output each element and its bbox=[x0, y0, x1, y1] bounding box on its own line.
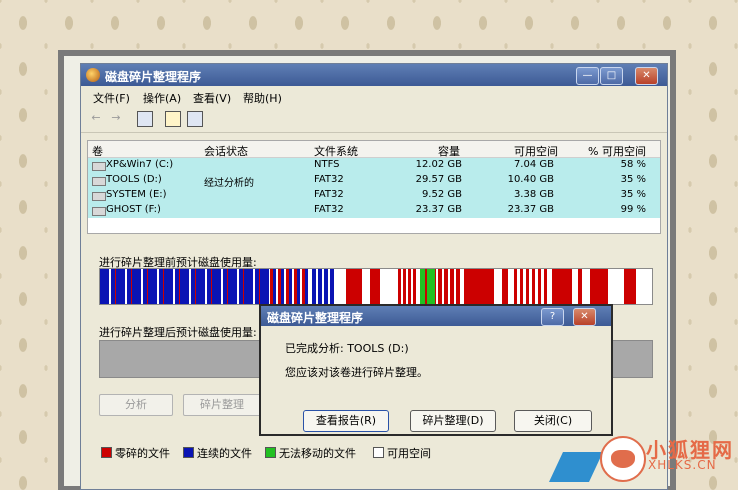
bar-segment-fragmented bbox=[438, 269, 460, 304]
minimize-button[interactable]: — bbox=[576, 67, 599, 85]
console-tree-icon[interactable] bbox=[137, 111, 153, 127]
dialog-message-analysis-done: 已完成分析: TOOLS (D:) bbox=[285, 342, 409, 355]
volume-pct-free: 35 % bbox=[620, 174, 646, 185]
dialog-help-button[interactable]: ? bbox=[541, 308, 564, 326]
forward-arrow-icon[interactable]: → bbox=[109, 111, 123, 125]
maximize-button[interactable]: □ bbox=[600, 67, 623, 85]
volume-free: 10.40 GB bbox=[507, 174, 554, 185]
volume-capacity: 29.57 GB bbox=[415, 174, 462, 185]
site-watermark: 小狐狸网 XHLKS.CN bbox=[594, 430, 738, 482]
bar-segment-fragmented bbox=[624, 269, 636, 304]
menu-view[interactable]: 查看(V) bbox=[193, 90, 231, 106]
volume-name: SYSTEM (E:) bbox=[106, 189, 167, 200]
volume-capacity: 9.52 GB bbox=[421, 189, 462, 200]
table-row[interactable]: TOOLS (D:) 经过分析的 FAT32 29.57 GB 10.40 GB… bbox=[88, 173, 660, 189]
legend-swatch-fragmented bbox=[101, 447, 112, 458]
legend-fragmented: 零碎的文件 bbox=[115, 447, 170, 460]
volume-name: XP&Win7 (C:) bbox=[106, 159, 174, 170]
window-title: 磁盘碎片整理程序 bbox=[105, 70, 202, 84]
legend-free-space: 可用空间 bbox=[387, 447, 431, 460]
volume-capacity: 23.37 GB bbox=[415, 204, 462, 215]
legend-unmovable: 无法移动的文件 bbox=[279, 447, 356, 460]
menu-action[interactable]: 操作(A) bbox=[143, 90, 181, 106]
drive-icon bbox=[92, 207, 106, 216]
volume-fs: FAT32 bbox=[314, 174, 344, 185]
close-button[interactable]: ✕ bbox=[635, 67, 658, 85]
before-usage-bar bbox=[99, 268, 653, 305]
legend-contiguous: 连续的文件 bbox=[197, 447, 252, 460]
bar-segment-fragmented bbox=[514, 269, 548, 304]
after-usage-label: 进行碎片整理后预计磁盘使用量: bbox=[99, 326, 257, 339]
table-row[interactable]: SYSTEM (E:) FAT32 9.52 GB 3.38 GB 35 % bbox=[88, 188, 660, 203]
bar-segment-fragmented bbox=[398, 269, 418, 304]
col-percent-free[interactable]: % 可用空间 bbox=[588, 143, 646, 159]
list-header: 卷 会话状态 文件系统 容量 可用空间 % 可用空间 bbox=[88, 141, 660, 158]
toolbar: ← → bbox=[81, 106, 667, 133]
volume-pct-free: 35 % bbox=[620, 189, 646, 200]
properties-icon[interactable] bbox=[187, 111, 203, 127]
volume-free: 23.37 GB bbox=[507, 204, 554, 215]
help-book-icon[interactable] bbox=[165, 111, 181, 127]
legend-swatch-free-space bbox=[373, 447, 384, 458]
volume-list: 卷 会话状态 文件系统 容量 可用空间 % 可用空间 XP&Win7 (C:) … bbox=[87, 140, 661, 234]
bar-segment-fragmented bbox=[370, 269, 380, 304]
col-capacity[interactable]: 容量 bbox=[438, 143, 460, 159]
table-row[interactable]: GHOST (F:) FAT32 23.37 GB 23.37 GB 99 % bbox=[88, 203, 660, 218]
bar-segment-contiguous bbox=[100, 269, 296, 304]
view-report-button[interactable]: 查看报告(R) bbox=[303, 410, 389, 432]
col-free-space[interactable]: 可用空间 bbox=[514, 143, 558, 159]
menu-file[interactable]: 文件(F) bbox=[93, 90, 130, 106]
col-status[interactable]: 会话状态 bbox=[204, 143, 248, 159]
volume-status: 经过分析的 bbox=[204, 178, 254, 189]
volume-pct-free: 58 % bbox=[620, 159, 646, 170]
legend-swatch-contiguous bbox=[183, 447, 194, 458]
analyze-button[interactable]: 分析 bbox=[99, 394, 173, 416]
dialog-close-button[interactable]: ✕ bbox=[573, 308, 596, 326]
bar-segment-contiguous bbox=[312, 269, 336, 304]
watermark-domain: XHLKS.CN bbox=[648, 458, 717, 472]
volume-free: 7.04 GB bbox=[513, 159, 554, 170]
dialog-title-bar[interactable]: 磁盘碎片整理程序 ? ✕ bbox=[261, 306, 611, 326]
bar-segment-unmovable bbox=[420, 269, 436, 304]
volume-fs: FAT32 bbox=[314, 189, 344, 200]
volume-fs: FAT32 bbox=[314, 204, 344, 215]
defrag-app-icon bbox=[86, 68, 100, 82]
volume-name: GHOST (F:) bbox=[106, 204, 161, 215]
volume-capacity: 12.02 GB bbox=[415, 159, 462, 170]
drive-icon bbox=[92, 177, 106, 186]
bar-segment-fragmented bbox=[464, 269, 494, 304]
bar-segment-fragmented bbox=[590, 269, 608, 304]
bar-segment-fragmented bbox=[578, 269, 582, 304]
volume-free: 3.38 GB bbox=[513, 189, 554, 200]
bar-segment-fragmented bbox=[552, 269, 572, 304]
dialog-close-text-button[interactable]: 关闭(C) bbox=[514, 410, 592, 432]
dialog-message-recommend: 您应该对该卷进行碎片整理。 bbox=[285, 366, 428, 379]
drive-icon bbox=[92, 192, 106, 201]
menu-bar: 文件(F) 操作(A) 查看(V) 帮助(H) bbox=[81, 87, 667, 105]
menu-help[interactable]: 帮助(H) bbox=[243, 90, 282, 106]
drive-icon bbox=[92, 162, 106, 171]
title-bar[interactable]: 磁盘碎片整理程序 — □ ✕ bbox=[81, 64, 667, 86]
legend-swatch-unmovable bbox=[265, 447, 276, 458]
dialog-defragment-button[interactable]: 碎片整理(D) bbox=[410, 410, 496, 432]
table-row[interactable]: XP&Win7 (C:) NTFS 12.02 GB 7.04 GB 58 % bbox=[88, 158, 660, 173]
dialog-title: 磁盘碎片整理程序 bbox=[267, 311, 364, 325]
bar-segment-fragmented bbox=[346, 269, 362, 304]
fox-logo-icon bbox=[600, 436, 646, 482]
bar-segment-fragmented bbox=[502, 269, 508, 304]
volume-name: TOOLS (D:) bbox=[106, 174, 162, 185]
volume-rows: XP&Win7 (C:) NTFS 12.02 GB 7.04 GB 58 % … bbox=[88, 158, 660, 218]
defragment-button[interactable]: 碎片整理 bbox=[183, 394, 261, 416]
volume-pct-free: 99 % bbox=[620, 204, 646, 215]
col-volume[interactable]: 卷 bbox=[92, 143, 103, 159]
back-arrow-icon[interactable]: ← bbox=[89, 111, 103, 125]
volume-fs: NTFS bbox=[314, 159, 340, 170]
bar-segment-mixed bbox=[270, 269, 310, 304]
col-filesystem[interactable]: 文件系统 bbox=[314, 143, 358, 159]
